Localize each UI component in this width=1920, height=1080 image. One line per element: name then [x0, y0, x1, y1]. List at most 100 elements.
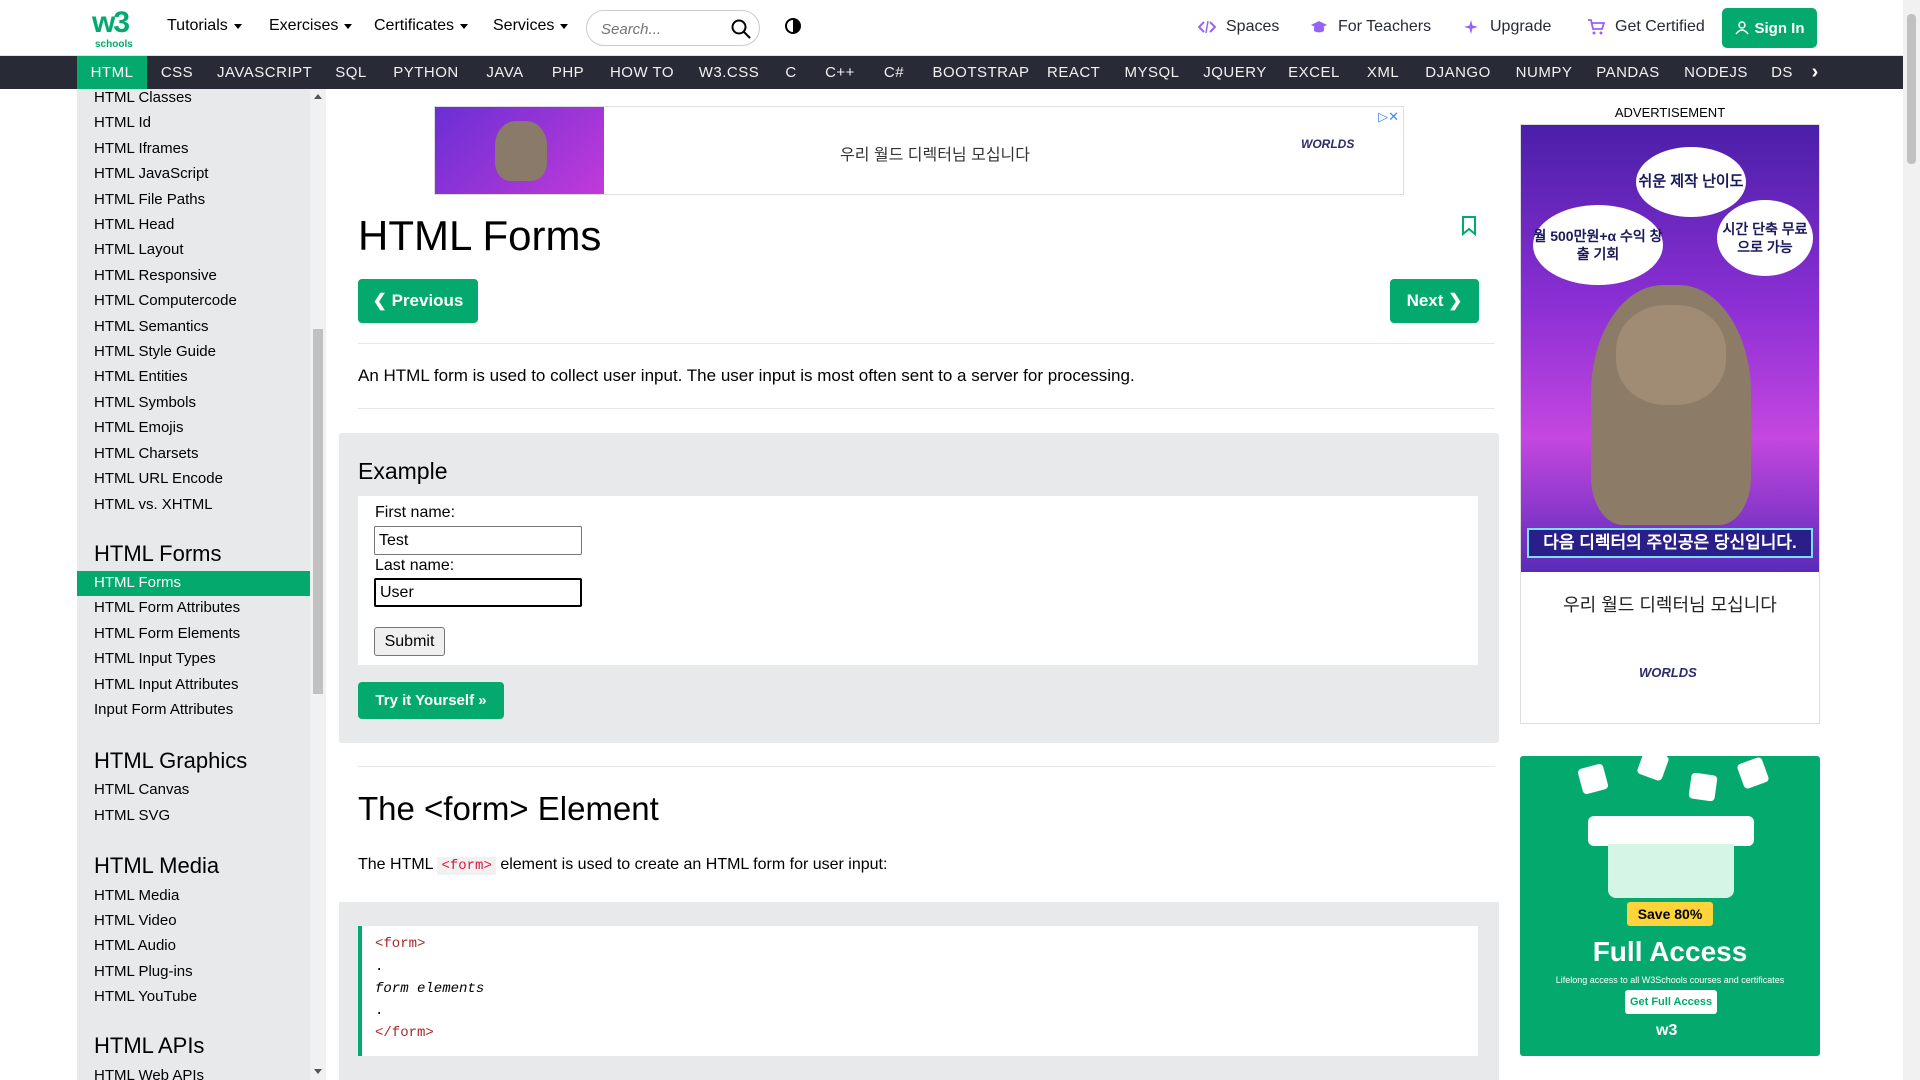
- sidebar-item[interactable]: HTML Input Attributes: [94, 676, 239, 693]
- sidebar-item[interactable]: HTML Form Attributes: [94, 599, 240, 616]
- bookmark-icon[interactable]: [1461, 216, 1477, 236]
- sidebar-heading: HTML APIs: [94, 1033, 205, 1058]
- full-access-promo[interactable]: Save 80% Full Access Lifelong access to …: [1520, 756, 1820, 1056]
- sidebar-scrollbar[interactable]: [310, 89, 326, 1080]
- subnav-pandas[interactable]: PANDAS: [1595, 56, 1661, 89]
- subnav-csharp[interactable]: C#: [878, 56, 910, 89]
- right-advertisement[interactable]: 쉬운 제작 난이도 월 500만원+α 수익 창출 기회 시간 단축 무료으로 …: [1520, 124, 1820, 724]
- submit-button[interactable]: Submit: [374, 627, 445, 656]
- section-description: The HTML <form> element is used to creat…: [358, 856, 888, 875]
- sidebar-item[interactable]: HTML Form Elements: [94, 625, 240, 642]
- subnav-ds[interactable]: DS: [1770, 56, 1794, 89]
- sidebar-item[interactable]: HTML Head: [94, 216, 174, 233]
- sign-in-button[interactable]: Sign In: [1722, 8, 1817, 48]
- sidebar-item[interactable]: HTML YouTube: [94, 988, 197, 1005]
- sidebar-item[interactable]: HTML Media: [94, 887, 179, 904]
- sidebar-item[interactable]: HTML Emojis: [94, 419, 183, 436]
- subnav-react[interactable]: REACT: [1047, 56, 1100, 89]
- subnav-python[interactable]: PYTHON: [391, 56, 461, 89]
- sidebar-item-html-forms[interactable]: HTML Forms: [94, 574, 181, 591]
- subnav-nodejs[interactable]: NODEJS: [1681, 56, 1751, 89]
- subnav-excel[interactable]: EXCEL: [1286, 56, 1342, 89]
- sidebar-item[interactable]: HTML vs. XHTML: [94, 496, 213, 513]
- page-scrollbar[interactable]: [1903, 0, 1920, 1080]
- subnav-w3css[interactable]: W3.CSS: [696, 56, 762, 89]
- search-input[interactable]: [601, 19, 721, 39]
- previous-button[interactable]: ❮ Previous: [358, 279, 478, 323]
- scroll-up-icon[interactable]: [314, 94, 322, 99]
- w3schools-logo[interactable]: w3 schools: [92, 6, 138, 50]
- sidebar-item[interactable]: HTML Layout: [94, 241, 183, 258]
- ad-bubble: 월 500만원+α 수익 창출 기회: [1533, 205, 1663, 285]
- promo-subtitle: Lifelong access to all W3Schools courses…: [1555, 975, 1785, 985]
- sidebar-item[interactable]: HTML Semantics: [94, 318, 208, 335]
- next-button[interactable]: Next ❯: [1390, 279, 1479, 323]
- chevron-right-icon[interactable]: ›: [1800, 56, 1830, 89]
- sidebar-item[interactable]: HTML Web APIs: [94, 1067, 204, 1080]
- subnav-xml[interactable]: XML: [1361, 56, 1405, 89]
- first-name-input[interactable]: [374, 526, 582, 555]
- sidebar-item[interactable]: HTML Style Guide: [94, 343, 216, 360]
- subnav-java[interactable]: JAVA: [481, 56, 529, 89]
- spaces-link[interactable]: Spaces: [1198, 18, 1279, 36]
- menu-exercises[interactable]: Exercises: [269, 17, 353, 35]
- page-scroll-thumb[interactable]: [1907, 14, 1916, 164]
- sidebar-item[interactable]: HTML Classes: [94, 89, 192, 106]
- sidebar-item[interactable]: HTML Audio: [94, 937, 176, 954]
- code-line: </form>: [375, 1025, 434, 1041]
- user-icon: [1734, 21, 1749, 35]
- subnav-html[interactable]: HTML: [77, 56, 147, 89]
- subnav-cpp[interactable]: C++: [820, 56, 860, 89]
- try-it-yourself-button[interactable]: Try it Yourself »: [358, 682, 504, 719]
- sidebar-item[interactable]: HTML URL Encode: [94, 470, 223, 487]
- ad-image: 쉬운 제작 난이도 월 500만원+α 수익 창출 기회 시간 단축 무료으로 …: [1521, 125, 1819, 572]
- sidebar-item[interactable]: HTML Responsive: [94, 267, 217, 284]
- divider: [358, 766, 1495, 767]
- code-line: form elements: [375, 981, 485, 997]
- sidebar-item[interactable]: HTML Video: [94, 912, 177, 929]
- sparkle-icon: [1464, 20, 1478, 34]
- top-advertisement[interactable]: 우리 월드 디렉터님 모십니다 WORLDS ▷✕: [434, 106, 1404, 195]
- sidebar-item[interactable]: HTML Computercode: [94, 292, 237, 309]
- subnav-javascript[interactable]: JAVASCRIPT: [217, 56, 312, 89]
- sidebar-item[interactable]: HTML Symbols: [94, 394, 196, 411]
- search-icon[interactable]: [731, 19, 751, 39]
- sidebar-item[interactable]: HTML Entities: [94, 368, 188, 385]
- sidebar-heading: HTML Forms: [94, 541, 222, 566]
- search-box: [586, 10, 760, 46]
- sidebar-item[interactable]: HTML Input Types: [94, 650, 216, 667]
- ad-banner: 다음 디렉터의 주인공은 당신입니다.: [1527, 528, 1813, 558]
- subnav-sql[interactable]: SQL: [331, 56, 371, 89]
- upgrade-link[interactable]: Upgrade: [1462, 18, 1551, 36]
- sidebar-item[interactable]: HTML Iframes: [94, 140, 188, 157]
- subnav-php[interactable]: PHP: [548, 56, 588, 89]
- scroll-down-icon[interactable]: [314, 1069, 322, 1074]
- menu-tutorials[interactable]: Tutorials: [167, 17, 242, 35]
- get-full-access-button[interactable]: Get Full Access: [1625, 990, 1717, 1014]
- sidebar-item[interactable]: HTML SVG: [94, 807, 170, 824]
- get-certified-link[interactable]: Get Certified: [1587, 18, 1705, 36]
- dark-mode-toggle-icon[interactable]: [785, 18, 801, 34]
- sidebar-scroll-thumb[interactable]: [313, 329, 323, 694]
- subnav-bootstrap[interactable]: BOOTSTRAP: [929, 56, 1033, 89]
- subnav-c[interactable]: C: [781, 56, 801, 89]
- subnav-numpy[interactable]: NUMPY: [1512, 56, 1576, 89]
- sidebar-item[interactable]: HTML Id: [94, 114, 151, 131]
- ad-close-icon[interactable]: ▷✕: [1378, 109, 1399, 125]
- subnav-css[interactable]: CSS: [157, 56, 197, 89]
- sidebar-item[interactable]: HTML Charsets: [94, 445, 198, 462]
- subnav-howto[interactable]: HOW TO: [607, 56, 677, 89]
- sidebar-item[interactable]: HTML JavaScript: [94, 165, 208, 182]
- sidebar-item[interactable]: HTML Canvas: [94, 781, 189, 798]
- last-name-input[interactable]: [374, 578, 582, 607]
- sidebar-item[interactable]: Input Form Attributes: [94, 701, 233, 718]
- subnav-jquery[interactable]: JQUERY: [1203, 56, 1267, 89]
- save-badge: Save 80%: [1627, 902, 1713, 926]
- sidebar-item[interactable]: HTML File Paths: [94, 191, 205, 208]
- menu-certificates[interactable]: Certificates: [374, 17, 469, 35]
- menu-services[interactable]: Services: [493, 17, 569, 35]
- subnav-mysql[interactable]: MYSQL: [1121, 56, 1183, 89]
- for-teachers-link[interactable]: For Teachers: [1310, 18, 1431, 36]
- subnav-django[interactable]: DJANGO: [1423, 56, 1493, 89]
- sidebar-item[interactable]: HTML Plug-ins: [94, 963, 193, 980]
